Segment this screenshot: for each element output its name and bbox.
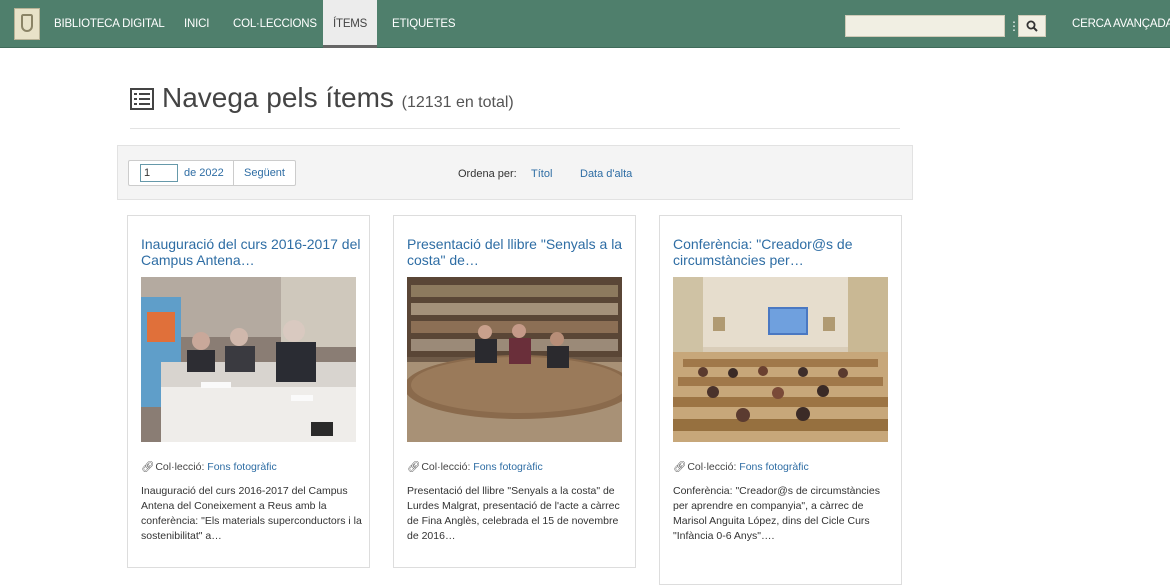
item-collection: 🔗︎Col·lecció: Fons fotogràfic [407, 460, 543, 473]
next-page-button[interactable]: Següent [234, 161, 295, 185]
link-icon: 🔗︎ [407, 461, 421, 473]
item-title-link[interactable]: Inauguració del curs 2016-2017 del Campu… [141, 236, 361, 268]
nav-link-colleccions[interactable]: COL·LECCIONS [233, 0, 317, 48]
item-description: Inauguració del curs 2016-2017 del Campu… [141, 485, 362, 542]
collection-label: Col·lecció: [155, 461, 205, 473]
item-thumbnail[interactable] [407, 277, 622, 442]
sort-by-title-link[interactable]: Títol [531, 168, 552, 180]
item-card: Conferència: "Creador@s de circumstàncie… [659, 215, 902, 585]
sort-by-date-link[interactable]: Data d'alta [580, 168, 632, 180]
collection-label: Col·lecció: [687, 461, 737, 473]
item-card: Presentació del llibre "Senyals a la cos… [393, 215, 636, 568]
item-collection: 🔗︎Col·lecció: Fons fotogràfic [673, 460, 809, 473]
collection-label: Col·lecció: [421, 461, 471, 473]
search-input[interactable] [845, 15, 1005, 37]
top-navbar: BIBLIOTECA DIGITAL INICI COL·LECCIONS ÍT… [0, 0, 1170, 48]
page-title-text: Navega pels ítems [162, 82, 394, 113]
link-icon: 🔗︎ [673, 461, 687, 473]
collection-link[interactable]: Fons fotogràfic [207, 461, 276, 473]
nav-link-inici[interactable]: INICI [184, 0, 209, 48]
item-collection: 🔗︎Col·lecció: Fons fotogràfic [141, 460, 277, 473]
advanced-search-link[interactable]: CERCA AVANÇADA [1072, 0, 1170, 48]
search-icon [1026, 20, 1038, 32]
collection-link[interactable]: Fons fotogràfic [473, 461, 542, 473]
collection-link[interactable]: Fons fotogràfic [739, 461, 808, 473]
page-title: Navega pels ítems (12131 en total) [130, 82, 514, 122]
page-number-input[interactable] [140, 164, 178, 182]
library-logo-icon[interactable] [14, 8, 40, 40]
item-title-link[interactable]: Conferència: "Creador@s de circumstàncie… [673, 236, 893, 268]
item-description: Presentació del llibre "Senyals a la cos… [407, 485, 620, 542]
item-description: Conferència: "Creador@s de circumstàncie… [673, 485, 880, 542]
item-thumbnail[interactable] [141, 277, 356, 442]
nav-link-items[interactable]: ÍTEMS [323, 0, 378, 48]
nav-brand[interactable]: BIBLIOTECA DIGITAL [54, 0, 165, 48]
item-count: (12131 en total) [401, 94, 514, 111]
search-button[interactable] [1018, 15, 1046, 37]
title-divider [130, 128, 900, 129]
page-total: de 2022 [184, 167, 224, 179]
link-icon: 🔗︎ [141, 461, 155, 473]
nav-link-etiquetes[interactable]: ETIQUETES [392, 0, 456, 48]
pagination: de 2022 Següent [128, 160, 296, 186]
search-options-icon[interactable]: ⋮ [1008, 15, 1020, 37]
item-card: Inauguració del curs 2016-2017 del Campu… [127, 215, 370, 568]
item-title-link[interactable]: Presentació del llibre "Senyals a la cos… [407, 236, 627, 268]
sort-label: Ordena per: [458, 168, 517, 180]
item-thumbnail[interactable] [673, 277, 888, 442]
list-icon [130, 88, 154, 110]
